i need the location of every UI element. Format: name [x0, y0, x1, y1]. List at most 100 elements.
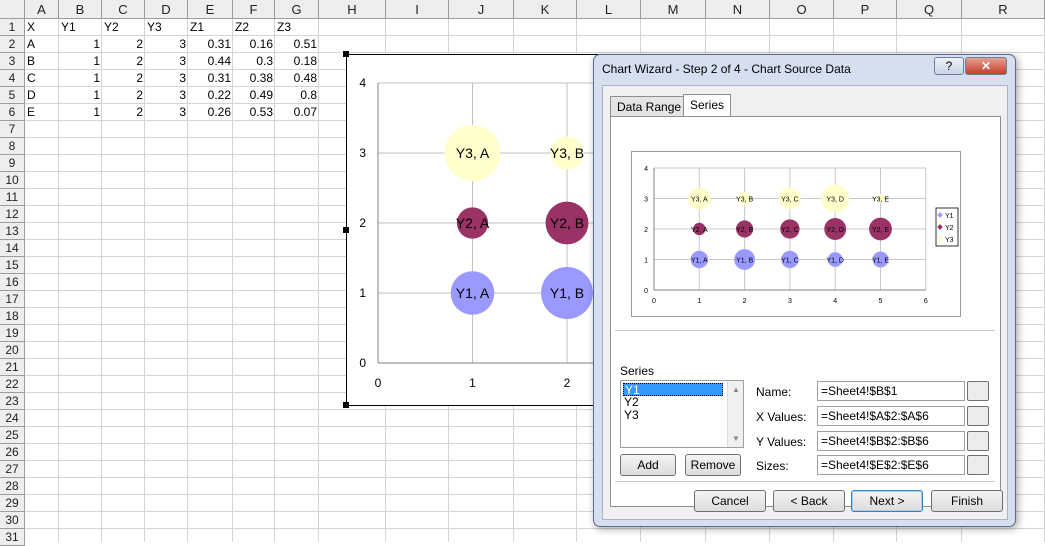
row-header[interactable]: 17: [0, 291, 25, 308]
finish-button[interactable]: Finish: [931, 490, 1003, 512]
row-header[interactable]: 27: [0, 461, 25, 478]
column-header[interactable]: R: [962, 0, 1045, 19]
cell[interactable]: 0.31: [188, 70, 233, 87]
column-header[interactable]: O: [770, 0, 834, 19]
next-button[interactable]: Next >: [851, 490, 923, 512]
cell[interactable]: 1: [59, 70, 102, 87]
row-header[interactable]: 15: [0, 257, 25, 274]
row-header[interactable]: 26: [0, 444, 25, 461]
cell[interactable]: 3: [145, 53, 188, 70]
cell[interactable]: 1: [59, 53, 102, 70]
cell[interactable]: 0.16: [233, 36, 275, 53]
row-header[interactable]: 12: [0, 206, 25, 223]
column-header[interactable]: I: [386, 0, 449, 19]
column-header[interactable]: E: [188, 0, 233, 19]
column-header[interactable]: P: [834, 0, 897, 19]
column-header[interactable]: B: [59, 0, 102, 19]
column-header[interactable]: C: [102, 0, 145, 19]
cell[interactable]: 1: [59, 87, 102, 104]
cell[interactable]: 0.8: [275, 87, 319, 104]
cell[interactable]: 0.18: [275, 53, 319, 70]
row-header[interactable]: 18: [0, 308, 25, 325]
row-header[interactable]: 8: [0, 138, 25, 155]
cell[interactable]: Z3: [275, 19, 319, 36]
column-header[interactable]: J: [449, 0, 514, 19]
cell[interactable]: 0.44: [188, 53, 233, 70]
row-header[interactable]: 20: [0, 342, 25, 359]
cell[interactable]: E: [25, 104, 59, 121]
cell[interactable]: 0.51: [275, 36, 319, 53]
column-header[interactable]: F: [233, 0, 275, 19]
cell[interactable]: 2: [102, 104, 145, 121]
column-header[interactable]: N: [706, 0, 770, 19]
collapse-dialog-icon[interactable]: [967, 431, 989, 451]
row-header[interactable]: 9: [0, 155, 25, 172]
chart-resize-handle[interactable]: [343, 402, 349, 408]
row-header[interactable]: 5: [0, 87, 25, 104]
back-button[interactable]: < Back: [773, 490, 845, 512]
cell[interactable]: 0.38: [233, 70, 275, 87]
row-header[interactable]: 4: [0, 70, 25, 87]
row-header[interactable]: 6: [0, 104, 25, 121]
column-header[interactable]: D: [145, 0, 188, 19]
row-header[interactable]: 21: [0, 359, 25, 376]
collapse-dialog-icon[interactable]: [967, 455, 989, 475]
cell[interactable]: 3: [145, 87, 188, 104]
collapse-dialog-icon[interactable]: [967, 381, 989, 401]
sizes-field[interactable]: =Sheet4!$E$2:$E$6: [817, 455, 965, 475]
tab-series[interactable]: Series: [683, 94, 732, 117]
help-button[interactable]: ?: [934, 57, 964, 75]
column-header[interactable]: K: [514, 0, 577, 19]
series-list-scrollbar[interactable]: ▲ ▼: [727, 381, 743, 447]
chart-resize-handle[interactable]: [343, 227, 349, 233]
cell[interactable]: 0.49: [233, 87, 275, 104]
cell[interactable]: 0.53: [233, 104, 275, 121]
row-header[interactable]: 1: [0, 19, 25, 36]
row-header[interactable]: 24: [0, 410, 25, 427]
row-header[interactable]: 25: [0, 427, 25, 444]
cell[interactable]: 0.48: [275, 70, 319, 87]
column-header[interactable]: H: [319, 0, 386, 19]
close-button[interactable]: ✕: [965, 57, 1007, 75]
column-header[interactable]: G: [275, 0, 319, 19]
cell[interactable]: 2: [102, 53, 145, 70]
row-header[interactable]: 16: [0, 274, 25, 291]
row-header[interactable]: 23: [0, 393, 25, 410]
row-header[interactable]: 22: [0, 376, 25, 393]
cell[interactable]: Y2: [102, 19, 145, 36]
y-values-field[interactable]: =Sheet4!$B$2:$B$6: [817, 431, 965, 451]
cell[interactable]: B: [25, 53, 59, 70]
cell[interactable]: 2: [102, 70, 145, 87]
cell[interactable]: 0.3: [233, 53, 275, 70]
cell[interactable]: 3: [145, 36, 188, 53]
cell[interactable]: C: [25, 70, 59, 87]
row-header[interactable]: 7: [0, 121, 25, 138]
series-listbox[interactable]: Y1 Y2 Y3 ▲ ▼: [620, 380, 744, 448]
cell[interactable]: X: [25, 19, 59, 36]
scroll-down-icon[interactable]: ▼: [732, 434, 740, 443]
cell[interactable]: 3: [145, 104, 188, 121]
remove-series-button[interactable]: Remove: [685, 454, 741, 476]
cell[interactable]: 3: [145, 70, 188, 87]
cell[interactable]: 2: [102, 87, 145, 104]
cell[interactable]: 2: [102, 36, 145, 53]
chart-resize-handle[interactable]: [343, 51, 349, 57]
row-header[interactable]: 11: [0, 189, 25, 206]
add-series-button[interactable]: Add: [620, 454, 676, 476]
cancel-button[interactable]: Cancel: [694, 490, 766, 512]
column-header[interactable]: M: [641, 0, 706, 19]
row-header[interactable]: 30: [0, 512, 25, 529]
cell[interactable]: D: [25, 87, 59, 104]
cell[interactable]: 0.31: [188, 36, 233, 53]
cell[interactable]: 1: [59, 36, 102, 53]
select-all-corner[interactable]: [0, 0, 25, 19]
cell[interactable]: 0.22: [188, 87, 233, 104]
x-values-field[interactable]: =Sheet4!$A$2:$A$6: [817, 406, 965, 426]
series-name-field[interactable]: =Sheet4!$B$1: [817, 381, 965, 401]
cell[interactable]: 0.26: [188, 104, 233, 121]
cell[interactable]: Y3: [145, 19, 188, 36]
tab-data-range[interactable]: Data Range: [610, 96, 689, 117]
row-header[interactable]: 28: [0, 478, 25, 495]
column-header[interactable]: A: [25, 0, 59, 19]
column-header[interactable]: Q: [897, 0, 962, 19]
